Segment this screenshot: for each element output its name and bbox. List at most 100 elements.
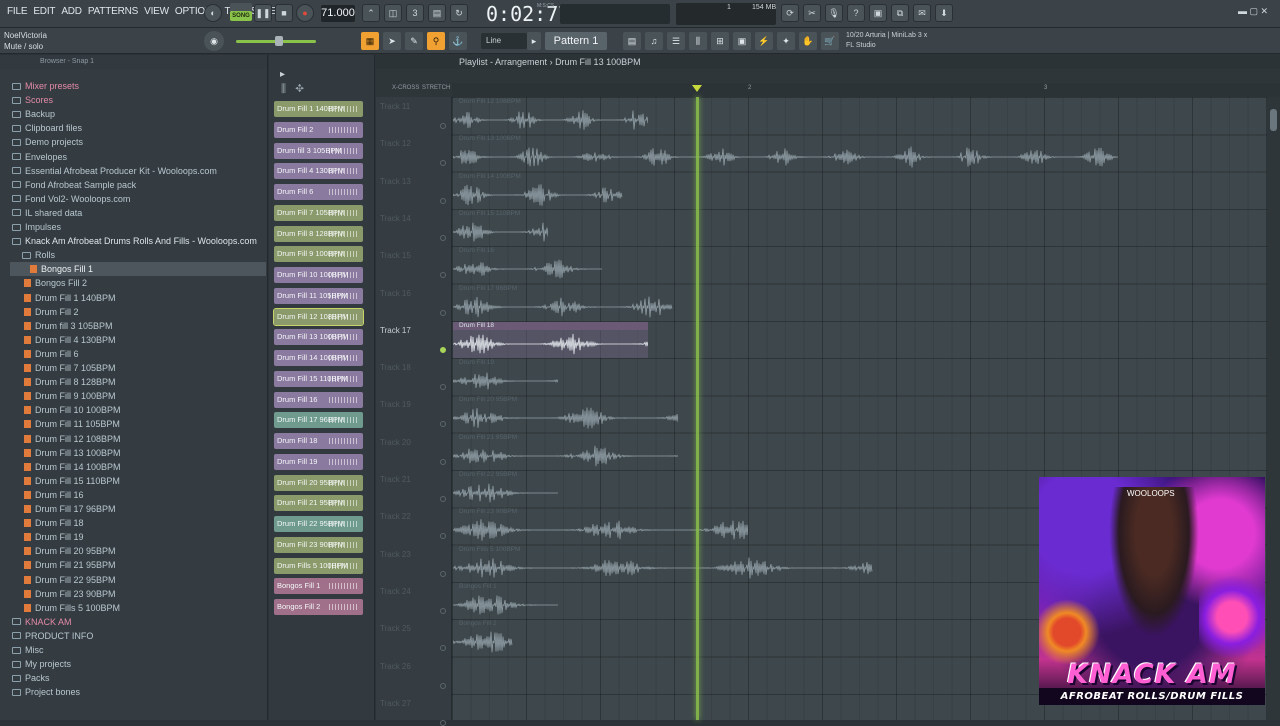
master-volume-handle[interactable] [275,36,283,46]
browser-folder[interactable]: Mixer presets [12,79,79,93]
loop-record-icon[interactable]: ↻ [450,4,468,22]
stamp-icon[interactable]: ⚓ [449,32,467,50]
track-label[interactable]: Track 23 [380,550,411,559]
browser-file[interactable]: Drum Fill 17 96BPM [24,502,116,516]
audio-clip[interactable]: Drum Fill 17 96BPM [453,285,673,321]
picker-clip[interactable]: Drum Fill 15 110BPM+ [274,370,363,387]
browser-folder[interactable]: Envelopes [12,150,67,164]
browser-icon[interactable]: ⊞ [711,32,729,50]
piano-roll-icon[interactable]: ♫ [645,32,663,50]
download-icon[interactable]: ⬇ [935,4,953,22]
track-label[interactable]: Track 18 [380,363,411,372]
plug-icon[interactable]: ⚡ [755,32,773,50]
track-mute-toggle[interactable] [440,682,446,689]
countdown-icon[interactable]: 3 [406,4,424,22]
playlist-mode-icon[interactable]: ◐ [204,4,222,22]
track-mute-toggle[interactable] [440,272,446,279]
audio-clip[interactable]: Drum Fill 14 100BPM [453,173,623,209]
track-label[interactable]: Track 19 [380,400,411,409]
pattern-mode-toggle[interactable] [230,3,252,11]
record-icon[interactable]: ● [296,4,314,22]
browser-folder[interactable]: PRODUCT INFO [12,629,93,643]
browser-file[interactable]: Drum Fill 7 105BPM [24,361,116,375]
track-mute-toggle[interactable] [440,496,446,502]
picker-clip[interactable]: Drum Fill 22 95BPM+ [274,516,363,532]
track-label[interactable]: Track 12 [380,139,411,148]
track-label[interactable]: Track 15 [380,251,411,260]
picker-clip[interactable]: Drum Fill 16+ [274,391,363,408]
pause-icon[interactable]: ❚❚ [254,4,272,22]
browser-folder[interactable]: Essential Afrobeat Producer Kit - Wooloo… [12,164,217,178]
browser-file[interactable]: Drum Fill 12 108BPM [24,432,121,446]
track-mute-toggle[interactable] [440,197,446,204]
cart-icon[interactable]: 🛒 [821,32,839,50]
browser-folder[interactable]: Packs [12,671,50,685]
track-mute-toggle[interactable] [440,645,446,652]
playlist-arrow-icon[interactable]: ▸ [280,69,285,80]
browser-folder[interactable]: Demo projects [12,135,83,149]
browser-folder[interactable]: My projects [12,657,71,671]
picker-clip[interactable]: Drum Fill 23 90BPM+ [274,536,363,553]
audio-clip[interactable]: Drum Fill 13 100BPM [453,135,1118,171]
menu-add[interactable]: ADD [58,6,85,17]
menu-view[interactable]: VIEW [141,6,172,17]
timeline-ruler[interactable]: X-CROSS STRETCH 2 3 [392,83,1280,97]
browser-folder[interactable]: Knack Am Afrobeat Drums Rolls And Fills … [12,234,257,248]
picker-clip[interactable]: Drum Fill 4 130BPM+ [274,163,363,180]
track-label[interactable]: Track 17 [380,326,411,335]
snap-select[interactable]: Line [481,33,527,49]
mixer-link-icon[interactable]: ✂ [803,4,821,22]
menu-file[interactable]: FILE [4,6,30,17]
browser-file[interactable]: Drum Fill 9 100BPM [24,389,116,403]
browser-file[interactable]: Bongos Fill 2 [24,276,87,290]
browser-file[interactable]: Drum Fill 2 [24,305,79,319]
browser-file[interactable]: Drum Fill 11 105BPM [24,417,120,431]
track-label[interactable]: Track 26 [380,662,411,671]
channel-rack-icon[interactable]: ☰ [667,32,685,50]
wait-input-icon[interactable]: ◫ [384,4,402,22]
picker-clip[interactable]: Bongos Fill 2+ [274,599,363,615]
picker-clip[interactable]: Bongos Fill 1+ [274,578,363,595]
scrollbar-thumb[interactable] [1270,109,1277,131]
track-mute-toggle[interactable] [440,570,446,577]
plugin-icon[interactable]: ⧉ [891,4,909,22]
browser-file[interactable]: Drum Fill 15 110BPM [24,474,120,488]
picker-clip[interactable]: Drum Fill 20 95BPM+ [274,474,363,491]
picker-clip[interactable]: Drum Fill 7 105BPM+ [274,204,363,221]
picker-clip[interactable]: Drum Fill 14 100BPM+ [274,350,363,366]
help-icon[interactable]: ? [847,4,865,22]
browser-file[interactable]: Drum Fill 16 [24,488,84,502]
picker-clip[interactable]: Drum Fill 21 95BPM+ [274,495,363,512]
track-mute-toggle[interactable] [440,123,446,129]
pattern-selector[interactable]: Pattern 1 [545,32,607,50]
picker-clip[interactable]: Drum Fill 17 96BPM+ [274,412,363,429]
picker-clip[interactable]: Drum Fill 12 108BPM+ [273,307,364,326]
browser-folder[interactable]: Scores [12,93,53,107]
browser-folder[interactable]: Impulses [12,220,61,234]
browser-file[interactable]: Drum Fill 20 95BPM [24,544,116,558]
browser-file[interactable]: Drum Fill 14 100BPM [24,460,121,474]
track-mute-toggle[interactable] [440,607,446,614]
playlist-icon[interactable]: ▤ [623,32,641,50]
browser-file[interactable]: Drum Fill 6 [24,347,79,361]
track-mute-toggle[interactable] [440,384,446,391]
audio-clip[interactable]: Bongos Fill 1 [453,583,558,619]
track-label[interactable]: Track 16 [380,289,411,298]
stop-icon[interactable]: ■ [275,4,293,22]
browser-file[interactable]: Drum Fills 5 100BPM [24,601,120,615]
master-pitch-knob[interactable]: ◉ [204,31,224,51]
browser-file[interactable]: Drum fill 3 105BPM [24,319,113,333]
browser-folder[interactable]: KNACK AM [12,615,72,629]
browser-file[interactable]: Drum Fill 19 [24,530,84,544]
browser-folder[interactable]: Misc [12,643,44,657]
picker-clip[interactable]: Drum Fills 5 100BPM+ [274,557,363,574]
picker-view-icons[interactable]: ⫼ ✥ [281,83,304,96]
project-icon[interactable]: ▣ [733,32,751,50]
browser-file[interactable]: Drum Fill 10 100BPM [24,403,121,417]
microphone-icon[interactable]: 🎙 [825,4,843,22]
picker-clip[interactable]: Drum Fill 2+ [274,121,363,138]
picker-clip[interactable]: Drum Fill 13 100BPM+ [274,329,363,346]
audio-clip[interactable]: Drum Fill 16 [453,247,603,283]
chat-icon[interactable]: ✉ [913,4,931,22]
browser-file[interactable]: Drum Fill 21 95BPM [24,558,116,572]
